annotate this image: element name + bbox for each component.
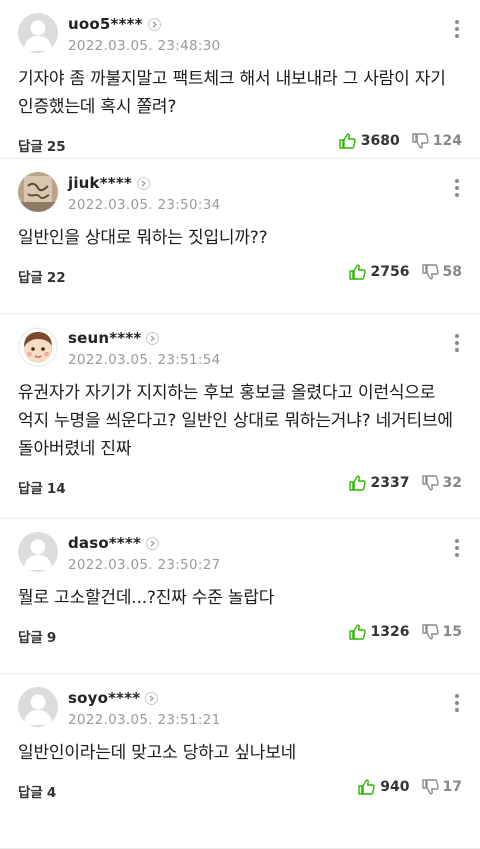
like-button[interactable]: 940 (358, 779, 410, 795)
comment-header: uoo5**** 2022.03.05. 23:48:30 (18, 13, 462, 57)
reply-count: 25 (46, 139, 66, 155)
chevron-right-icon[interactable] (136, 176, 150, 190)
reply-button[interactable]: 답글 9 (18, 626, 56, 646)
reply-count: 9 (46, 630, 57, 646)
more-options-icon[interactable] (448, 15, 466, 43)
nickname-row[interactable]: soyo**** (68, 689, 159, 707)
comment-item: seun**** 2022.03.05. 23:51:54 유권자가 자기가 지… (0, 314, 480, 519)
thumbs-down-icon (421, 779, 439, 795)
nickname-row[interactable]: daso**** (68, 534, 160, 552)
like-count: 1326 (370, 624, 410, 640)
comment-header: soyo**** 2022.03.05. 23:51:21 (18, 687, 462, 731)
thumbs-down-icon (421, 624, 439, 640)
default-avatar-icon[interactable] (18, 687, 58, 727)
reply-button[interactable]: 답글 25 (18, 135, 66, 155)
nickname-row[interactable]: seun**** (68, 329, 160, 347)
like-count: 3680 (360, 133, 400, 149)
dislike-button[interactable]: 124 (412, 133, 462, 149)
comment-header: daso**** 2022.03.05. 23:50:27 (18, 532, 462, 576)
reply-label: 답글 (18, 630, 43, 646)
like-button[interactable]: 3680 (339, 133, 400, 149)
nickname[interactable]: seun**** (68, 329, 141, 347)
thumbs-up-icon (358, 779, 376, 795)
thumbs-up-icon (348, 475, 366, 491)
vote-area: 2337 32 (348, 475, 462, 491)
nickname-row[interactable]: jiuk**** (68, 174, 150, 192)
like-count: 2337 (370, 475, 410, 491)
thumbs-down-icon (412, 133, 429, 149)
comment-text: 뭘로 고소할건데...?진짜 수준 놀랍다 (18, 588, 275, 608)
reply-label: 답글 (18, 481, 43, 497)
thumbs-down-icon (421, 475, 439, 491)
comment-header: seun**** 2022.03.05. 23:51:54 (18, 327, 462, 371)
vote-area: 940 17 (358, 779, 462, 795)
default-avatar-icon[interactable] (18, 13, 58, 53)
thumbs-up-icon (339, 133, 356, 149)
nickname[interactable]: soyo**** (68, 689, 140, 707)
like-button[interactable]: 1326 (348, 624, 410, 640)
nickname[interactable]: jiuk**** (68, 174, 132, 192)
like-button[interactable]: 2756 (348, 264, 410, 280)
more-options-icon[interactable] (448, 174, 466, 202)
chevron-right-icon[interactable] (146, 331, 160, 345)
comment-text: 유권자가 자기가 지지하는 후보 홍보글 올렸다고 이런식으로 억지 누명을 씌… (18, 383, 453, 459)
cartoon-face-avatar[interactable] (18, 327, 58, 367)
comment-date: 2022.03.05. 23:50:27 (68, 557, 221, 573)
reply-count: 14 (46, 481, 66, 497)
thumbs-down-icon (421, 264, 439, 280)
dislike-count: 15 (442, 624, 462, 640)
dislike-button[interactable]: 32 (421, 475, 462, 491)
nickname-row[interactable]: uoo5**** (68, 15, 161, 33)
chevron-right-icon[interactable] (146, 536, 160, 550)
comment-item: jiuk**** 2022.03.05. 23:50:34 일반인을 상대로 뭐… (0, 159, 480, 314)
profile-photo-avatar[interactable] (18, 172, 58, 212)
default-avatar-icon[interactable] (18, 532, 58, 572)
chevron-right-icon[interactable] (145, 691, 159, 705)
comment-footer: 답글 9 1326 15 (18, 612, 462, 662)
dislike-count: 32 (442, 475, 462, 491)
nickname[interactable]: daso**** (68, 534, 141, 552)
dislike-button[interactable]: 58 (421, 264, 462, 280)
reply-label: 답글 (18, 139, 43, 155)
reply-button[interactable]: 답글 14 (18, 477, 66, 497)
comment-item: soyo**** 2022.03.05. 23:51:21 일반인이라는데 맞고… (0, 674, 480, 849)
dislike-button[interactable]: 15 (421, 624, 462, 640)
thumbs-up-icon (348, 264, 366, 280)
reply-button[interactable]: 답글 22 (18, 266, 66, 286)
comment-date: 2022.03.05. 23:50:34 (68, 197, 221, 213)
reply-label: 답글 (18, 785, 43, 801)
like-button[interactable]: 2337 (348, 475, 410, 491)
comment-date: 2022.03.05. 23:51:21 (68, 712, 221, 728)
comment-date: 2022.03.05. 23:51:54 (68, 352, 221, 368)
dislike-count: 58 (442, 264, 462, 280)
comment-footer: 답글 14 2337 32 (18, 463, 462, 513)
comment-text: 일반인이라는데 맞고소 당하고 싶나보네 (18, 743, 297, 763)
dislike-count: 124 (432, 133, 462, 149)
reply-label: 답글 (18, 270, 43, 286)
vote-area: 1326 15 (348, 624, 462, 640)
vote-area: 3680 124 (339, 133, 462, 149)
comment-item: daso**** 2022.03.05. 23:50:27 뭘로 고소할건데..… (0, 519, 480, 674)
more-options-icon[interactable] (448, 329, 466, 357)
like-count: 2756 (370, 264, 410, 280)
comment-footer: 답글 4 940 17 (18, 767, 462, 817)
comment-footer: 답글 22 2756 58 (18, 252, 462, 302)
chevron-right-icon[interactable] (147, 17, 161, 31)
comment-text: 기자야 좀 까불지말고 팩트체크 해서 내보내라 그 사람이 자기 인증했는데 … (18, 69, 446, 117)
dislike-count: 17 (442, 779, 462, 795)
reply-count: 4 (46, 785, 57, 801)
more-options-icon[interactable] (448, 689, 466, 717)
more-options-icon[interactable] (448, 534, 466, 562)
dislike-button[interactable]: 17 (421, 779, 462, 795)
comment-item: uoo5**** 2022.03.05. 23:48:30 기자야 좀 까불지말… (0, 0, 480, 159)
comment-date: 2022.03.05. 23:48:30 (68, 38, 221, 54)
like-count: 940 (380, 779, 410, 795)
reply-button[interactable]: 답글 4 (18, 781, 56, 801)
comment-text: 일반인을 상대로 뭐하는 짓입니까?? (18, 228, 268, 248)
thumbs-up-icon (348, 624, 366, 640)
vote-area: 2756 58 (348, 264, 462, 280)
nickname[interactable]: uoo5**** (68, 15, 143, 33)
comment-header: jiuk**** 2022.03.05. 23:50:34 (18, 172, 462, 216)
reply-count: 22 (46, 270, 66, 286)
